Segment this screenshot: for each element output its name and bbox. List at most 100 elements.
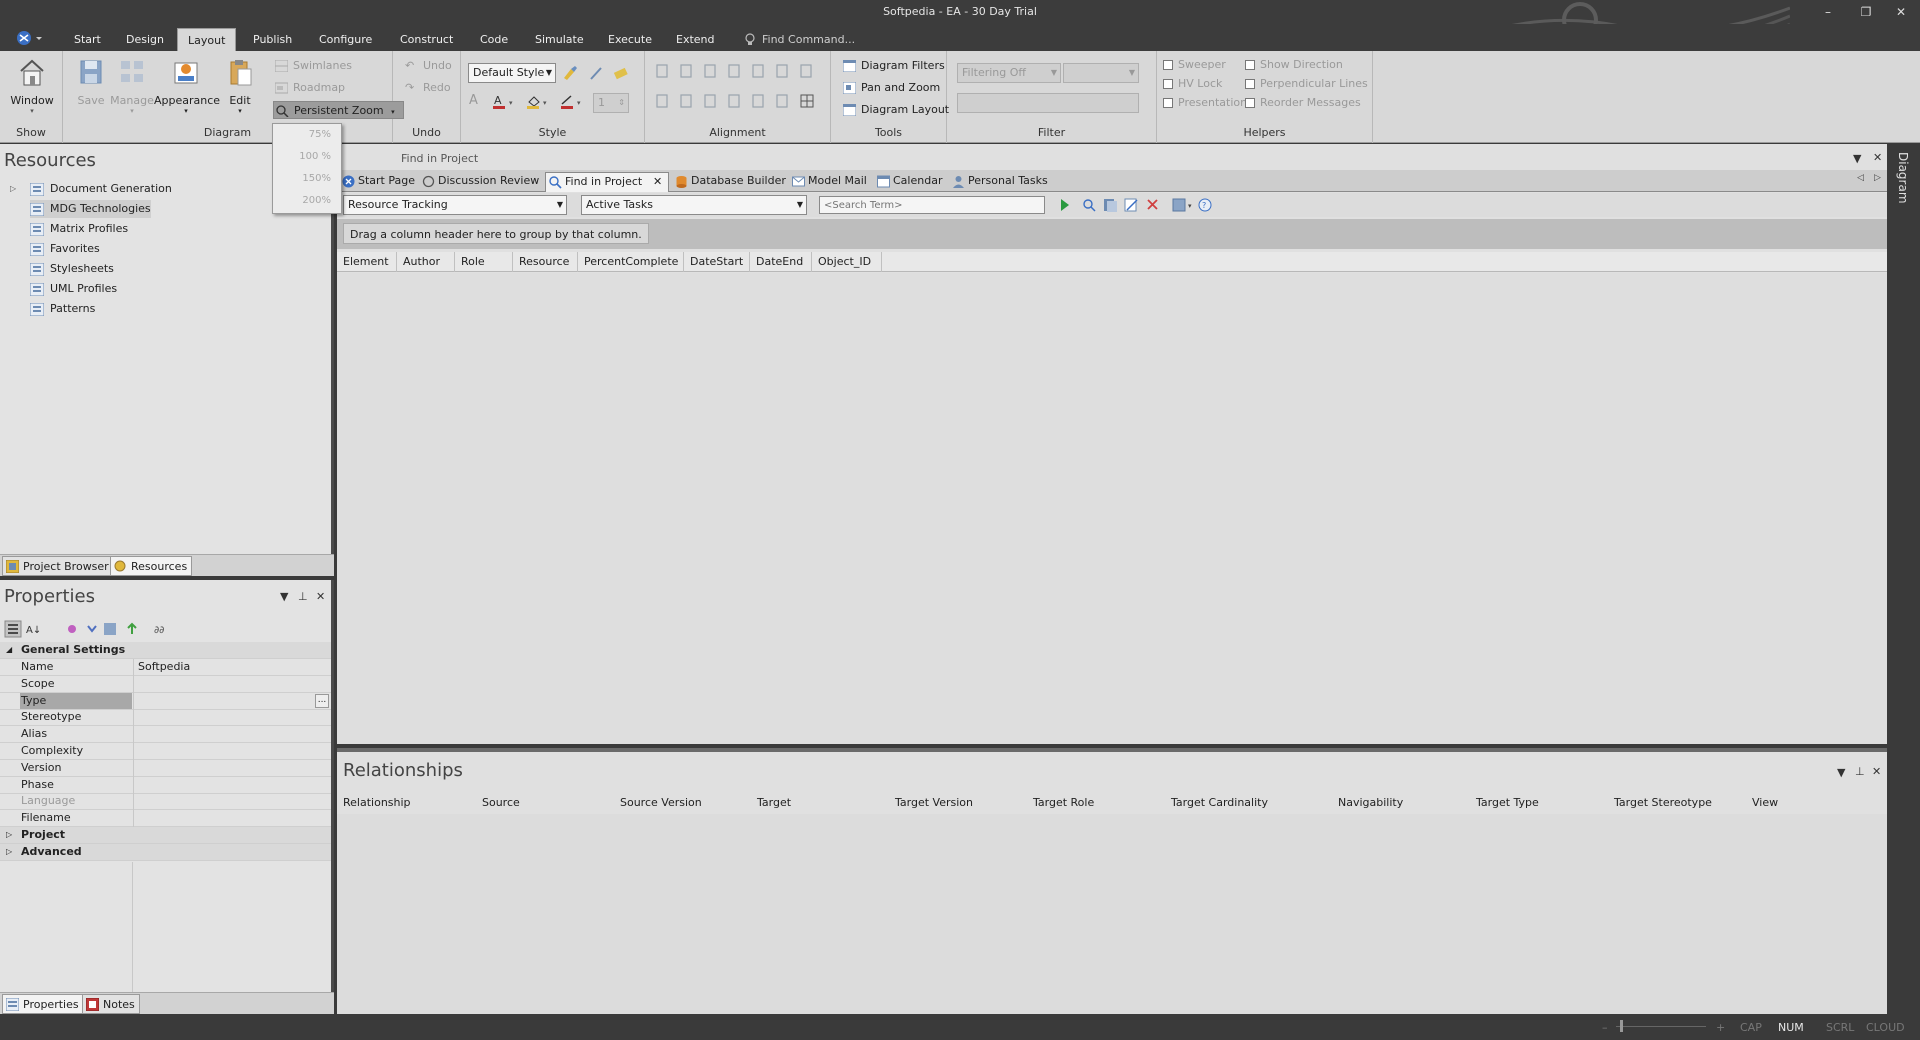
property-value[interactable]: Softpedia (133, 659, 331, 676)
perpendicular-lines-checkbox[interactable]: Perpendicular Lines (1243, 76, 1368, 92)
pick-style-button[interactable] (587, 64, 607, 82)
ellipsis-button[interactable]: ... (315, 693, 329, 708)
property-value[interactable] (133, 692, 331, 710)
alignment-icons[interactable] (655, 63, 825, 113)
category-advanced[interactable]: ▷ Advanced (0, 844, 331, 861)
close-button[interactable]: ✕ (1886, 2, 1916, 22)
property-row-alias[interactable]: Alias (0, 726, 331, 744)
property-value[interactable] (133, 709, 331, 727)
tab-personal-tasks[interactable]: Personal Tasks (949, 172, 1052, 192)
find-command-box[interactable]: Find Command... (742, 28, 855, 51)
zoom-option-100[interactable]: 100 % (273, 146, 341, 168)
tab-properties[interactable]: Properties (2, 994, 84, 1014)
clear-style-button[interactable] (611, 64, 631, 82)
presentation-checkbox[interactable]: Presentation (1161, 95, 1247, 111)
property-value[interactable] (133, 743, 331, 760)
property-row-version[interactable]: Version (0, 759, 331, 777)
tab-extend[interactable]: Extend (666, 28, 725, 51)
property-row-type[interactable]: Type... (0, 692, 331, 710)
view-menu-icon[interactable]: ▼ (1853, 152, 1861, 165)
pane-menu-icon[interactable]: ▼ (1837, 766, 1845, 779)
column-header-source-version[interactable]: Source Version (620, 794, 702, 812)
tab-database-builder[interactable]: Database Builder (672, 172, 790, 192)
property-row-name[interactable]: Name Softpedia (0, 659, 331, 676)
undo-button[interactable]: ↶ Undo (403, 57, 452, 75)
diagram-layout-button[interactable]: Diagram Layout (841, 101, 949, 119)
property-row-complexity[interactable]: Complexity (0, 743, 331, 760)
tree-item-uml-profiles[interactable]: UML Profiles (30, 280, 117, 298)
tab-start[interactable]: Start (64, 28, 111, 51)
fill-color-button[interactable]: ▾ (525, 93, 547, 111)
property-row-language[interactable]: Language (0, 793, 331, 811)
tab-resources[interactable]: Resources (110, 556, 193, 576)
tab-calendar[interactable]: Calendar (874, 172, 946, 192)
tab-publish[interactable]: Publish (243, 28, 302, 51)
property-value[interactable] (133, 675, 331, 693)
reorder-messages-checkbox[interactable]: Reorder Messages (1243, 95, 1361, 111)
redo-button[interactable]: ↷ Redo (403, 79, 451, 97)
property-value[interactable] (133, 793, 331, 811)
tab-layout[interactable]: Layout (177, 28, 237, 51)
zoom-out-button[interactable]: – (1602, 1021, 1608, 1034)
close-pane-icon[interactable]: ✕ (1872, 765, 1881, 778)
pin-icon[interactable]: ⊥ (1855, 765, 1865, 778)
column-header-target[interactable]: Target (757, 794, 791, 812)
zoom-option-200[interactable]: 200% (273, 190, 341, 212)
zoom-slider-thumb[interactable] (1620, 1020, 1623, 1032)
tree-item-document-generation[interactable]: Document Generation (30, 180, 172, 198)
window-button[interactable]: Window ▾ (8, 57, 56, 115)
font-button[interactable]: A (469, 93, 489, 111)
zoom-in-button[interactable]: + (1716, 1021, 1725, 1034)
format-painter-button[interactable] (561, 64, 581, 82)
tab-construct[interactable]: Construct (390, 28, 463, 51)
column-header-resource[interactable]: Resource (513, 252, 578, 272)
tree-item-patterns[interactable]: Patterns (30, 300, 95, 318)
close-tab-icon[interactable]: ✕ (653, 173, 662, 191)
app-menu-button[interactable] (14, 28, 46, 48)
column-header-target-stereotype[interactable]: Target Stereotype (1614, 794, 1712, 812)
column-header-relationship[interactable]: Relationship (343, 794, 411, 812)
pane-menu-icon[interactable]: ▼ (280, 590, 288, 603)
column-header-target-role[interactable]: Target Role (1033, 794, 1094, 812)
category-general-settings[interactable]: ◢ General Settings (0, 642, 331, 659)
property-row-stereotype[interactable]: Stereotype (0, 709, 331, 727)
diagram-filters-button[interactable]: Diagram Filters (841, 57, 945, 75)
tree-item-matrix-profiles[interactable]: Matrix Profiles (30, 220, 128, 238)
expand-arrow-icon[interactable]: ▷ (10, 184, 16, 193)
column-header-percent-complete[interactable]: PercentComplete (578, 252, 684, 272)
diagram-toolbox-tab[interactable]: Diagram (1896, 152, 1910, 204)
column-header-date-end[interactable]: DateEnd (750, 252, 812, 272)
filtering-combo[interactable]: Filtering Off ▼ (957, 63, 1061, 83)
default-style-combo[interactable]: Default Style ▼ (468, 63, 556, 83)
property-row-scope[interactable]: Scope (0, 675, 331, 693)
sweeper-checkbox[interactable]: Sweeper (1161, 57, 1226, 73)
property-value[interactable] (133, 810, 331, 828)
show-direction-checkbox[interactable]: Show Direction (1243, 57, 1343, 73)
edit-button[interactable]: Edit ▾ (220, 57, 260, 115)
column-header-navigability[interactable]: Navigability (1338, 794, 1403, 812)
view-close-icon[interactable]: ✕ (1873, 151, 1882, 164)
tree-item-favorites[interactable]: Favorites (30, 240, 100, 258)
pan-zoom-button[interactable]: Pan and Zoom (841, 79, 940, 97)
column-header-view[interactable]: View (1752, 794, 1778, 812)
column-header-date-start[interactable]: DateStart (684, 252, 750, 272)
column-header-target-version[interactable]: Target Version (895, 794, 973, 812)
column-header-target-type[interactable]: Target Type (1476, 794, 1539, 812)
relationships-grid[interactable] (337, 814, 1887, 1014)
category-project[interactable]: ▷ Project (0, 827, 331, 844)
property-value[interactable] (133, 726, 331, 744)
zoom-slider-track[interactable] (1616, 1026, 1706, 1027)
zoom-option-75[interactable]: 75% (273, 124, 341, 146)
property-row-filename[interactable]: Filename (0, 810, 331, 828)
filter-value-combo[interactable]: ▼ (1063, 63, 1139, 83)
tab-model-mail[interactable]: Model Mail (789, 172, 871, 192)
tab-project-browser[interactable]: Project Browser (2, 556, 114, 576)
column-header-target-cardinality[interactable]: Target Cardinality (1171, 794, 1268, 812)
tab-design[interactable]: Design (116, 28, 174, 51)
results-grid[interactable] (337, 273, 1887, 744)
search-term-input[interactable] (819, 196, 1045, 214)
search-query-combo[interactable]: Active Tasks ▼ (581, 195, 807, 215)
column-header-element[interactable]: Element (337, 252, 397, 272)
appearance-button[interactable]: Appearance ▾ (154, 57, 220, 115)
properties-toolbar[interactable]: A↓ ∂∂ (4, 620, 184, 638)
